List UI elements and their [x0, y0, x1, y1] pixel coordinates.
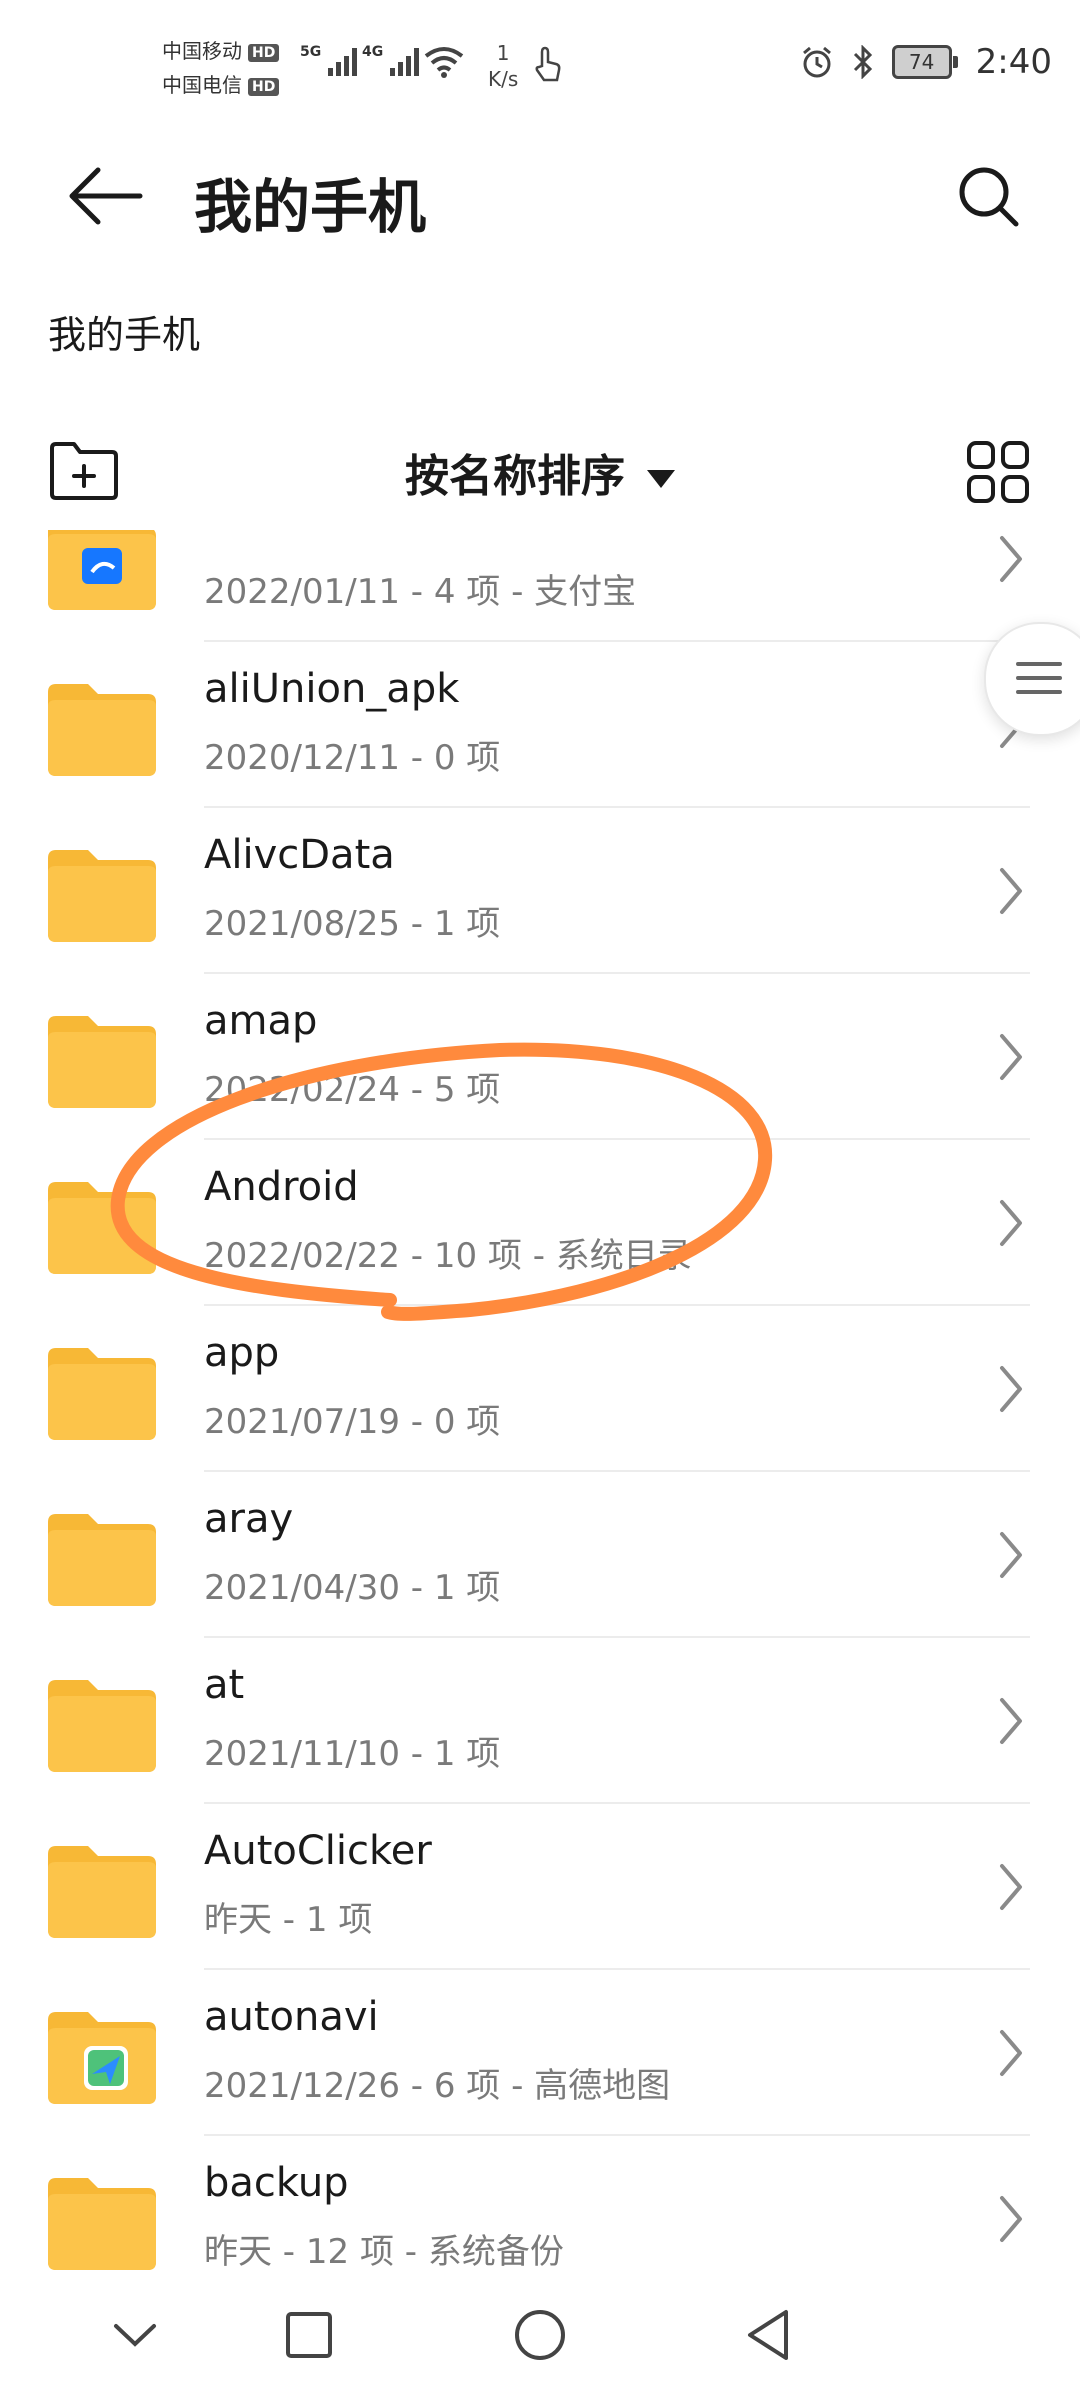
file-row[interactable]: app 2021/07/19 - 0 项 [0, 1306, 1080, 1472]
chevron-right-icon [1000, 536, 1022, 582]
breadcrumb[interactable]: 我的手机 [48, 304, 200, 359]
chevron-right-icon [1000, 1200, 1022, 1246]
carrier-1: 中国移动 [162, 39, 242, 63]
app-bar: 我的手机 [0, 130, 1080, 260]
folder-icon [48, 684, 156, 776]
chevron-right-icon [1000, 1532, 1022, 1578]
chevron-down-icon[interactable] [100, 2300, 170, 2370]
back-arrow-icon[interactable] [68, 164, 148, 228]
hd-badge: HD [248, 43, 280, 62]
status-right-group: 74 2:40 [800, 42, 1052, 82]
file-name: aliUnion_apk [204, 666, 460, 712]
chevron-right-icon [1000, 1034, 1022, 1080]
file-name: app [204, 1330, 280, 1376]
file-row[interactable]: AlivcData 2021/08/25 - 1 项 [0, 808, 1080, 974]
menu-lines-icon [1016, 662, 1062, 694]
chevron-right-icon [1000, 2030, 1022, 2076]
file-row[interactable]: Android 2022/02/22 - 10 项 - 系统目录 [0, 1140, 1080, 1306]
file-list: 2022/01/11 - 4 项 - 支付宝 aliUnion_apk 2020/1… [0, 530, 1080, 2270]
file-row[interactable]: autonavi 2021/12/26 - 6 项 - 高德地图 [0, 1970, 1080, 2136]
file-row[interactable]: backup 昨天 - 12 项 - 系统备份 [0, 2136, 1080, 2270]
grid-view-icon[interactable] [966, 440, 1030, 504]
folder-icon [48, 1348, 156, 1440]
home-circle-icon[interactable] [505, 2300, 575, 2370]
folder-icon [48, 1182, 156, 1274]
folder-icon [48, 1514, 156, 1606]
recents-square-icon[interactable] [274, 2300, 344, 2370]
fast-scroll-handle[interactable] [984, 622, 1080, 736]
sort-label: 按名称排序 [405, 451, 625, 502]
file-name: backup [204, 2160, 349, 2206]
file-name: AutoClicker [204, 1828, 432, 1874]
folder-icon [48, 1016, 156, 1108]
hd-badge: HD [248, 77, 280, 96]
signal-5g-icon: 5G [300, 44, 364, 82]
toolbar: 按名称排序 [0, 420, 1080, 530]
sort-dropdown[interactable]: 按名称排序 [0, 440, 1080, 504]
chevron-right-icon [1000, 868, 1022, 914]
back-triangle-icon[interactable] [736, 2300, 806, 2370]
chevron-right-icon [1000, 1698, 1022, 1744]
status-bar: 中国移动 HD 中国电信 HD 5G 4G 1 K/s 74 2:40 [0, 0, 1080, 130]
file-row[interactable]: aray 2021/04/30 - 1 项 [0, 1472, 1080, 1638]
search-icon[interactable] [954, 162, 1024, 232]
chevron-right-icon [1000, 1864, 1022, 1910]
carrier-2: 中国电信 [162, 73, 242, 97]
file-row[interactable]: at 2021/11/10 - 1 项 [0, 1638, 1080, 1804]
file-meta: 2021/07/19 - 0 项 [204, 1402, 501, 1442]
chevron-right-icon [1000, 2196, 1022, 2242]
file-meta: 2021/08/25 - 1 项 [204, 904, 501, 944]
file-meta: 2022/01/11 - 4 项 - 支付宝 [204, 572, 637, 612]
file-name: AlivcData [204, 832, 395, 878]
wifi-icon [424, 47, 464, 78]
carrier-info: 中国移动 HD 中国电信 HD [162, 34, 280, 102]
file-meta: 2022/02/24 - 5 项 [204, 1070, 501, 1110]
file-meta: 2021/11/10 - 1 项 [204, 1734, 501, 1774]
folder-icon [48, 1846, 156, 1938]
file-name: at [204, 1662, 245, 1708]
caret-down-icon [647, 470, 675, 488]
system-nav-bar [0, 2270, 1080, 2400]
folder-icon [48, 850, 156, 942]
file-row[interactable]: AutoClicker 昨天 - 1 项 [0, 1804, 1080, 1970]
file-meta: 昨天 - 1 项 [204, 1900, 373, 1940]
alarm-icon [802, 46, 831, 78]
file-name: autonavi [204, 1994, 379, 2040]
signal-4g-icon: 4G [362, 44, 426, 82]
bluetooth-icon [853, 45, 872, 79]
touch-hand-icon [535, 46, 561, 82]
amap-folder-icon [48, 2012, 156, 2104]
file-name: aray [204, 1496, 294, 1542]
folder-icon [48, 1680, 156, 1772]
file-name: Android [204, 1164, 359, 1210]
alipay-folder-icon [48, 530, 156, 610]
battery-icon: 74 [891, 45, 958, 79]
file-row[interactable]: amap 2022/02/24 - 5 项 [0, 974, 1080, 1140]
file-meta: 2020/12/11 - 0 项 [204, 738, 501, 778]
file-name: amap [204, 998, 318, 1044]
file-row[interactable]: 2022/01/11 - 4 项 - 支付宝 [0, 530, 1080, 642]
folder-icon [48, 2178, 156, 2270]
file-meta: 2022/02/22 - 10 项 - 系统目录 [204, 1236, 692, 1276]
network-speed: 1 K/s [488, 41, 519, 91]
clock: 2:40 [975, 42, 1052, 82]
file-meta: 2021/04/30 - 1 项 [204, 1568, 501, 1608]
file-meta: 昨天 - 12 项 - 系统备份 [204, 2232, 564, 2270]
chevron-right-icon [1000, 1366, 1022, 1412]
file-row[interactable]: aliUnion_apk 2020/12/11 - 0 项 [0, 642, 1080, 808]
page-title: 我的手机 [194, 173, 427, 241]
file-meta: 2021/12/26 - 6 项 - 高德地图 [204, 2066, 671, 2106]
